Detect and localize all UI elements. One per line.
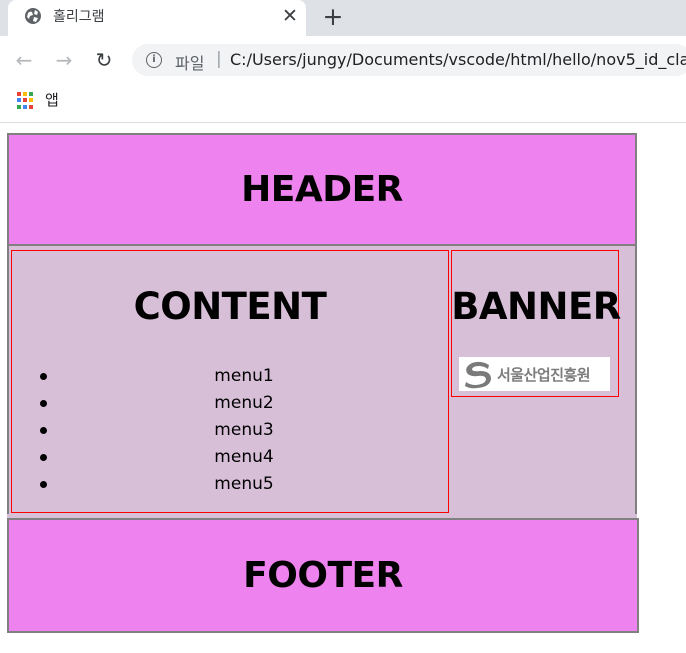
content-block: CONTENT menu1 menu2 menu3 menu4 menu5 [11,250,449,513]
info-icon[interactable]: i [146,52,162,68]
header-block: HEADER [7,133,637,246]
forward-arrow-icon[interactable]: → [52,48,76,72]
menu-item: menu4 [40,444,434,471]
banner-title: BANNER [451,285,621,328]
menu-item: menu5 [40,471,434,498]
reload-icon[interactable]: ↻ [92,48,116,72]
close-tab-icon[interactable]: ✕ [278,4,302,28]
apps-grid-dot [17,98,21,103]
bookmark-apps-label[interactable]: 앱 [45,89,59,110]
apps-grid-dot [17,92,21,96]
apps-grid-dot [29,104,33,109]
sba-logo-image: 서울산업진흥원 [459,357,610,391]
new-tab-button[interactable]: + [318,3,348,31]
middle-section: CONTENT menu1 menu2 menu3 menu4 menu5 BA… [7,246,637,514]
content-title: CONTENT [133,285,327,328]
logo-text: 서울산업진흥원 [497,365,591,384]
apps-grid-dot [29,98,33,103]
globe-icon [25,8,41,24]
apps-grid-dot [23,92,27,96]
menu-item: menu3 [40,417,434,444]
page-wrapper: HEADER CONTENT menu1 menu2 menu3 menu4 m… [7,133,639,633]
back-arrow-icon[interactable]: ← [12,48,36,72]
sba-logo-mark-icon [465,361,491,389]
tab-strip: 홀리그램 ✕ + [0,0,686,36]
address-separator: | [216,49,222,69]
apps-grid-dot [23,98,27,103]
menu-list: menu1 menu2 menu3 menu4 menu5 [40,363,434,498]
url-text[interactable]: C:/Users/jungy/Documents/vscode/html/hel… [230,50,686,69]
footer-title: FOOTER [243,555,403,596]
apps-grid-dot [17,104,21,109]
apps-grid-icon[interactable] [17,92,34,109]
browser-toolbar: ← → ↻ i 파일 | C:/Users/jungy/Documents/vs… [0,36,686,84]
header-title: HEADER [241,169,403,210]
scheme-label: 파일 [175,54,205,73]
menu-item: menu2 [40,390,434,417]
bookmarks-bar: 앱 [0,84,686,123]
apps-grid-dot [29,92,33,96]
address-bar[interactable]: i 파일 | C:/Users/jungy/Documents/vscode/h… [132,44,686,76]
browser-tab[interactable]: 홀리그램 ✕ [8,0,306,36]
apps-grid-dot [23,104,27,109]
menu-item: menu1 [40,363,434,390]
footer-block: FOOTER [7,518,639,633]
banner-block: BANNER 서울산업진흥원 [451,250,621,397]
tab-title: 홀리그램 [53,9,105,25]
